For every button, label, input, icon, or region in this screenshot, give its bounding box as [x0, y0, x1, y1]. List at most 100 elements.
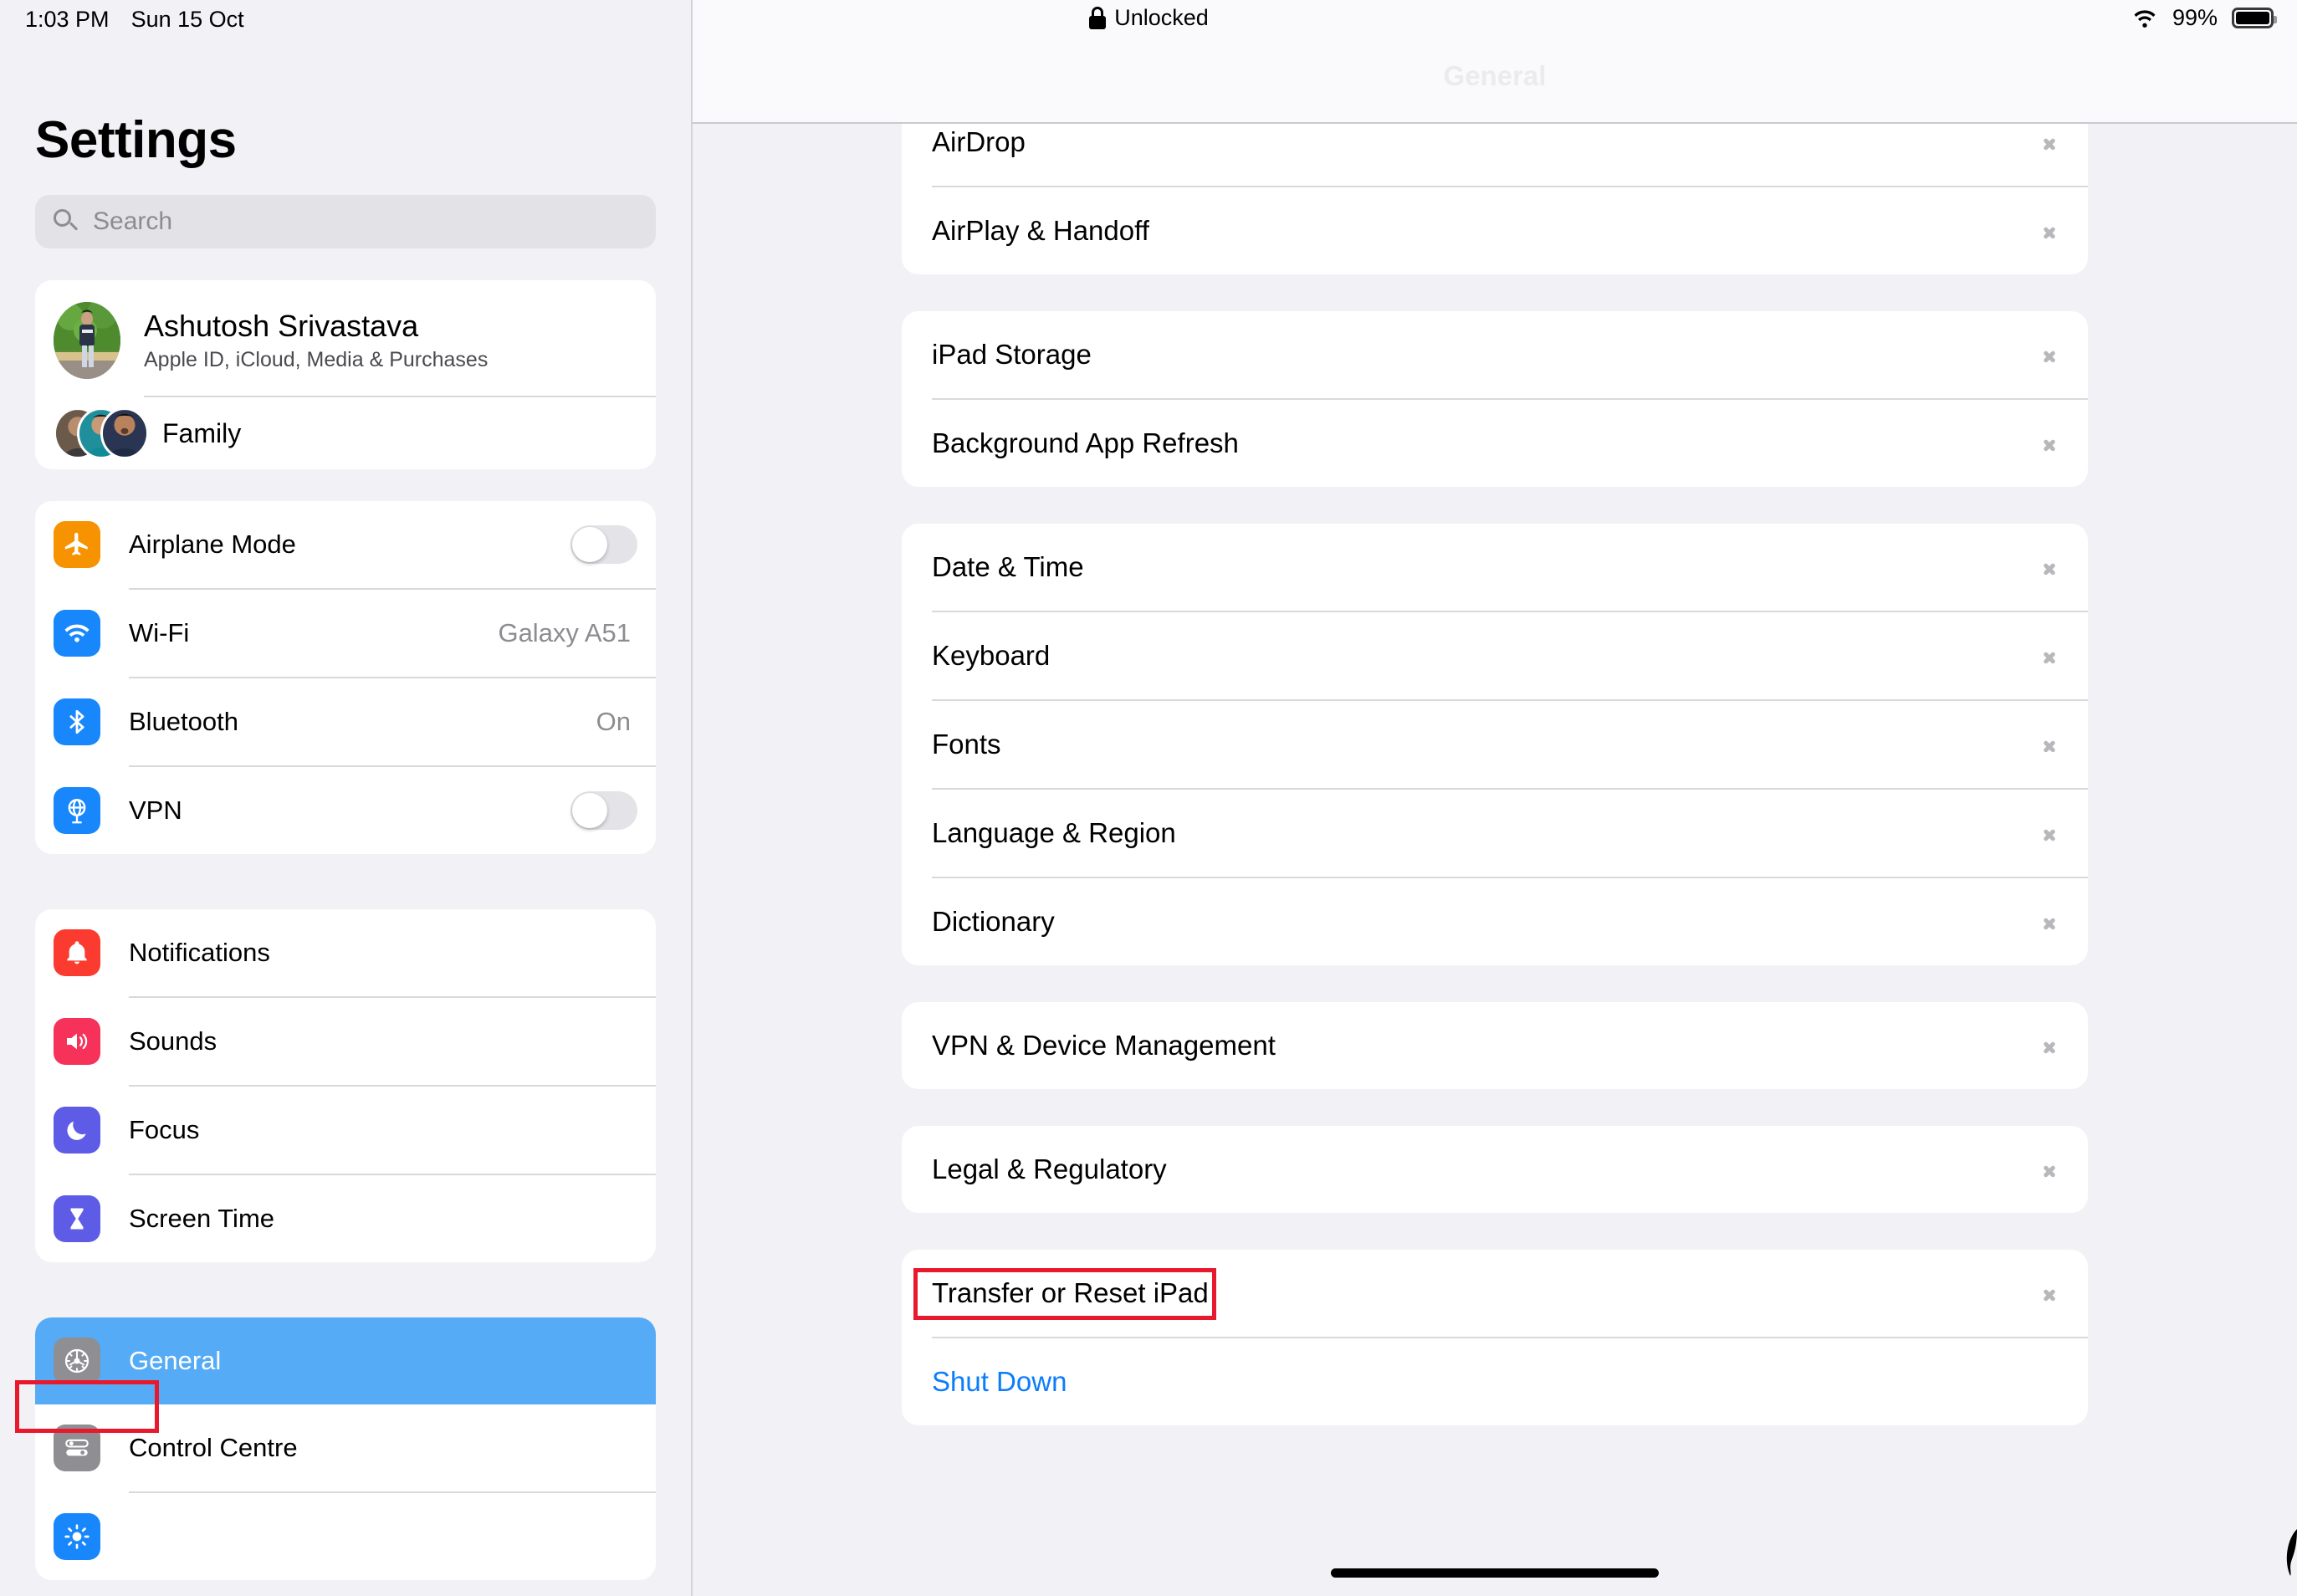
sidebar-item-label: Focus	[129, 1115, 200, 1144]
chevron-right-icon	[2044, 1281, 2058, 1306]
hourglass-icon	[54, 1195, 100, 1242]
row-keyboard[interactable]: Keyboard	[902, 612, 2088, 699]
sidebar-item-wifi[interactable]: Wi-Fi Galaxy A51	[35, 590, 656, 677]
sidebar-item-label: Sounds	[129, 1026, 217, 1056]
row-label: Dictionary	[932, 906, 1055, 937]
chevron-right-icon	[2044, 821, 2058, 846]
row-label: iPad Storage	[932, 339, 1092, 370]
row-label: AirDrop	[932, 126, 1026, 157]
airplane-icon	[54, 521, 100, 568]
chevron-right-icon	[2044, 909, 2058, 934]
bluetooth-icon	[54, 698, 100, 745]
profile-subtitle: Apple ID, iCloud, Media & Purchases	[144, 347, 489, 371]
apple-id-card[interactable]: Ashutosh Srivastava Apple ID, iCloud, Me…	[35, 280, 656, 469]
storage-group: iPad Storage Background App Refresh	[902, 311, 2088, 487]
chevron-right-icon	[2044, 130, 2058, 155]
airplane-mode-toggle[interactable]	[570, 525, 637, 564]
chevron-right-icon	[2044, 732, 2058, 757]
sidebar-item-label: Airplane Mode	[129, 529, 296, 559]
sidebar-item-label: Control Centre	[129, 1433, 298, 1462]
settings-sidebar: Settings Search Ashutosh Srivastava Appl…	[0, 0, 693, 1596]
wifi-value: Galaxy A51	[498, 618, 631, 647]
airdrop-group: AirDrop AirPlay & Handoff	[902, 99, 2088, 274]
apple-id-row[interactable]: Ashutosh Srivastava Apple ID, iCloud, Me…	[35, 280, 656, 396]
general-detail-panel: AirDrop AirPlay & Handoff iPad Storage B…	[693, 0, 2297, 1596]
vpn-globe-icon	[54, 787, 100, 834]
control-centre-icon	[54, 1425, 100, 1471]
sidebar-item-label: General	[129, 1346, 222, 1375]
row-label: AirPlay & Handoff	[932, 215, 1149, 246]
sidebar-item-label: VPN	[129, 795, 182, 825]
chevron-right-icon	[2044, 643, 2058, 668]
notifications-group: Notifications Sounds Focus Screen Time	[35, 909, 656, 1262]
row-vpn-device-management[interactable]: VPN & Device Management	[902, 1002, 2088, 1089]
sidebar-item-bluetooth[interactable]: Bluetooth On	[35, 678, 656, 765]
display-brightness-icon	[54, 1513, 100, 1560]
row-date-time[interactable]: Date & Time	[902, 524, 2088, 611]
wifi-icon	[54, 610, 100, 657]
sidebar-item-display-brightness[interactable]	[35, 1493, 656, 1580]
row-label: Language & Region	[932, 817, 1176, 848]
row-fonts[interactable]: Fonts	[902, 701, 2088, 788]
page-title: Settings	[35, 111, 237, 169]
row-airplay-handoff[interactable]: AirPlay & Handoff	[902, 187, 2088, 274]
row-legal-regulatory[interactable]: Legal & Regulatory	[902, 1126, 2088, 1213]
chevron-right-icon	[2044, 342, 2058, 367]
sidebar-item-label: Bluetooth	[129, 707, 238, 736]
row-label: Background App Refresh	[932, 427, 1239, 458]
gear-icon	[54, 1338, 100, 1384]
chevron-right-icon	[2044, 1157, 2058, 1182]
chevron-right-icon	[2044, 218, 2058, 243]
sidebar-item-label: Wi-Fi	[129, 618, 190, 647]
settings-scroll-area[interactable]: AirDrop AirPlay & Handoff iPad Storage B…	[693, 0, 2297, 1596]
row-transfer-or-reset-ipad[interactable]: Transfer or Reset iPad	[902, 1250, 2088, 1337]
search-input[interactable]: Search	[35, 195, 656, 248]
home-indicator[interactable]	[1331, 1568, 1659, 1578]
avatar	[54, 302, 120, 379]
bluetooth-value: On	[596, 707, 631, 736]
row-language-region[interactable]: Language & Region	[902, 790, 2088, 877]
row-label: Fonts	[932, 729, 1001, 760]
speaker-icon	[54, 1018, 100, 1065]
profile-name: Ashutosh Srivastava	[144, 309, 419, 344]
detail-header	[693, 0, 2297, 124]
search-placeholder: Search	[93, 207, 173, 235]
sidebar-item-control-centre[interactable]: Control Centre	[35, 1404, 656, 1491]
sidebar-item-vpn[interactable]: VPN	[35, 767, 656, 854]
legal-group: Legal & Regulatory	[902, 1126, 2088, 1213]
row-label: Shut Down	[932, 1366, 1067, 1397]
sidebar-item-label: Screen Time	[129, 1204, 275, 1233]
family-label: Family	[162, 417, 242, 448]
family-avatars	[54, 407, 149, 459]
row-label: Date & Time	[932, 551, 1084, 582]
vpn-toggle[interactable]	[570, 791, 637, 830]
row-label: Legal & Regulatory	[932, 1154, 1167, 1184]
row-ipad-storage[interactable]: iPad Storage	[902, 311, 2088, 398]
screen-corner-cursor	[2286, 1529, 2297, 1576]
bell-icon	[54, 929, 100, 976]
row-background-app-refresh[interactable]: Background App Refresh	[902, 400, 2088, 487]
row-label: VPN & Device Management	[932, 1030, 1276, 1061]
vpn-device-management-group: VPN & Device Management	[902, 1002, 2088, 1089]
chevron-right-icon	[2044, 431, 2058, 456]
sidebar-item-focus[interactable]: Focus	[35, 1087, 656, 1174]
moon-icon	[54, 1107, 100, 1154]
sidebar-item-general[interactable]: General	[35, 1317, 656, 1404]
row-dictionary[interactable]: Dictionary	[902, 878, 2088, 965]
sidebar-item-screen-time[interactable]: Screen Time	[35, 1175, 656, 1262]
locale-group: Date & Time Keyboard Fonts Language & Re…	[902, 524, 2088, 965]
general-group: General Control Centre	[35, 1317, 656, 1580]
chevron-right-icon	[2044, 1033, 2058, 1058]
reset-group: Transfer or Reset iPad Shut Down	[902, 1250, 2088, 1425]
sidebar-item-airplane-mode[interactable]: Airplane Mode	[35, 501, 656, 588]
sidebar-item-label: Notifications	[129, 938, 270, 967]
row-label: Keyboard	[932, 640, 1051, 671]
chevron-right-icon	[2044, 555, 2058, 580]
family-row[interactable]: Family	[35, 397, 656, 469]
search-icon	[54, 209, 79, 234]
sidebar-item-sounds[interactable]: Sounds	[35, 998, 656, 1085]
row-shut-down[interactable]: Shut Down	[902, 1338, 2088, 1425]
sidebar-item-notifications[interactable]: Notifications	[35, 909, 656, 996]
row-label: Transfer or Reset iPad	[932, 1277, 1209, 1308]
connectivity-group: Airplane Mode Wi-Fi Galaxy A51 Bluetooth…	[35, 501, 656, 854]
